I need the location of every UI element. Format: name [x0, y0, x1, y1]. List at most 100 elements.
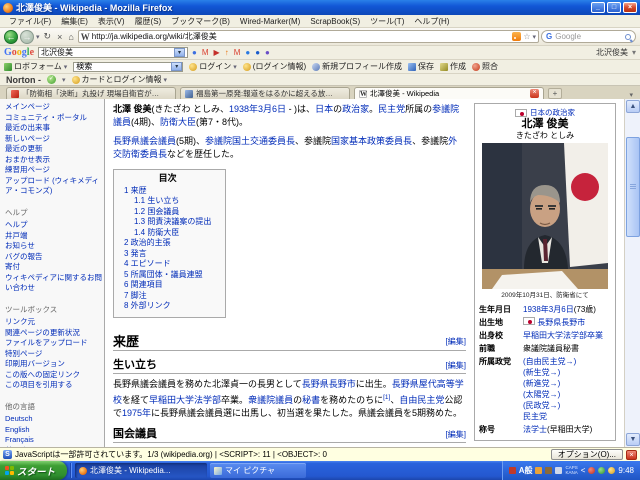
tab-2[interactable]: 福島第一原発:報道をはるかに超える放…: [180, 87, 350, 99]
wiki-link[interactable]: 政治家: [342, 104, 369, 114]
interlanguage-link[interactable]: 한국어: [5, 446, 102, 448]
sidebar-link[interactable]: お知らせ: [5, 241, 102, 252]
google-toolbar-icons[interactable]: ● M ▶ ↑ M ● ● ●: [192, 48, 592, 57]
google-query-dropdown-icon[interactable]: ▾: [174, 48, 186, 57]
roboform-menu-button[interactable]: ロボフォーム ▾: [4, 61, 67, 72]
sidebar-link[interactable]: バグの報告: [5, 252, 102, 263]
options-button[interactable]: オプション(O)...: [550, 449, 623, 460]
sidebar-link[interactable]: 練習用ページ: [5, 165, 102, 176]
wiki-link[interactable]: 1975年: [122, 408, 151, 418]
sidebar-link[interactable]: この項目を引用する: [5, 380, 102, 391]
tab-3-active[interactable]: W 北澤俊美 - Wikipedia ×: [354, 87, 544, 99]
maximize-button[interactable]: □: [607, 2, 621, 13]
toc-link[interactable]: 2 政治的主張: [124, 238, 211, 249]
wiki-link[interactable]: 1938年: [229, 104, 258, 114]
toolbar-settings-icon[interactable]: ▾: [632, 48, 636, 57]
wiki-link[interactable]: 日本: [315, 104, 333, 114]
ime-pad-icon[interactable]: [545, 467, 553, 474]
language-bar-icon[interactable]: [508, 467, 516, 474]
tray-icon-2[interactable]: [598, 467, 606, 474]
toc-link[interactable]: 7 脚注: [124, 291, 211, 302]
ime-dictionary-icon[interactable]: [555, 467, 563, 474]
edit-link[interactable]: [編集]: [446, 359, 466, 372]
party-link[interactable]: (自由民主党→): [523, 356, 611, 367]
roboform-new-profile-button[interactable]: 新規プロフィール作成: [312, 61, 402, 72]
wiki-link[interactable]: 秘書: [302, 395, 320, 405]
party-link[interactable]: (太陽党→): [523, 389, 611, 400]
party-link[interactable]: 民主党: [523, 411, 611, 422]
home-button[interactable]: ⌂: [66, 32, 75, 42]
toc-link[interactable]: 1.1 生い立ち: [124, 196, 211, 207]
search-placeholder[interactable]: Google: [555, 32, 622, 41]
google-search-input[interactable]: 北沢俊美 ▾: [38, 47, 189, 58]
forward-button[interactable]: →: [20, 29, 34, 44]
wiki-link[interactable]: 長野県長野市: [537, 318, 585, 327]
wiki-link[interactable]: 法学士: [523, 425, 547, 434]
sidebar-link[interactable]: アップロード (ウィキメディア・コモンズ): [5, 176, 102, 197]
wiki-link[interactable]: 参議院国土交通委員長: [205, 136, 295, 146]
sidebar-link[interactable]: 寄付: [5, 262, 102, 273]
party-link[interactable]: (民政党→): [523, 400, 611, 411]
ime-mode-button[interactable]: A般: [519, 465, 533, 476]
new-tab-button[interactable]: +: [548, 88, 562, 99]
rss-icon[interactable]: [512, 32, 522, 41]
sidebar-link[interactable]: 関連ページの更新状況: [5, 328, 102, 339]
wiki-link[interactable]: 1938年3月6日: [523, 305, 574, 314]
menu-item[interactable]: 履歴(S): [130, 16, 167, 27]
toc-link[interactable]: 1 来歴: [124, 186, 211, 197]
reload-button[interactable]: ↻: [42, 31, 54, 42]
sidebar-link[interactable]: コミュニティ・ポータル: [5, 113, 102, 124]
menu-item[interactable]: 編集(E): [56, 16, 93, 27]
sidebar-link[interactable]: ウィキペディアに関するお問い合わせ: [5, 273, 102, 294]
toc-link[interactable]: 1.2 国会議員: [124, 207, 211, 218]
wiki-link[interactable]: 国家基本政策委員長: [331, 136, 412, 146]
wiki-link[interactable]: 早稲田大学法学部: [149, 395, 221, 405]
tab-1[interactable]: 「防衛相「決断」丸投げ 現場自衛官が…: [6, 87, 176, 99]
wiki-link[interactable]: 防衛大臣: [160, 117, 196, 127]
google-query[interactable]: 北沢俊美: [41, 47, 73, 58]
scrollbar-thumb[interactable]: [626, 137, 640, 237]
ime-tool-icon[interactable]: [535, 467, 543, 474]
stop-button[interactable]: ×: [55, 32, 64, 42]
url-bar[interactable]: W http://ja.wikipedia.org/wiki/北澤俊美 ☆ ▾: [77, 30, 539, 43]
party-link[interactable]: (新進党→): [523, 378, 611, 389]
search-icon[interactable]: [625, 33, 631, 40]
toc-link[interactable]: 1.3 問責決議案の提出: [124, 217, 211, 228]
norton-dropdown-icon[interactable]: ▾: [62, 76, 66, 84]
language-bar-chevron-icon[interactable]: <: [581, 466, 586, 475]
sidebar-link[interactable]: 印刷用バージョン: [5, 359, 102, 370]
sidebar-link[interactable]: 最近の更新: [5, 144, 102, 155]
sidebar-link[interactable]: メインページ: [5, 102, 102, 113]
menu-item[interactable]: ScrapBook(S): [305, 17, 365, 26]
sidebar-link[interactable]: ヘルプ: [5, 220, 102, 231]
menu-item[interactable]: ブックマーク(B): [166, 16, 235, 27]
search-engine-box[interactable]: G Google: [541, 30, 636, 43]
roboform-save-button[interactable]: 保存: [407, 61, 434, 72]
sidebar-link[interactable]: リンク元: [5, 317, 102, 328]
interlanguage-link[interactable]: Deutsch: [5, 414, 102, 425]
party-link[interactable]: (新生党→): [523, 367, 611, 378]
wiki-link[interactable]: 衆議院議員: [248, 395, 293, 405]
toc-link[interactable]: 8 外部リンク: [124, 301, 211, 312]
vertical-scrollbar[interactable]: ▲ ▼: [624, 99, 640, 447]
sidebar-link[interactable]: 特別ページ: [5, 349, 102, 360]
scroll-up-icon[interactable]: ▲: [626, 100, 640, 113]
sidebar-link[interactable]: 新しいページ: [5, 134, 102, 145]
edit-link[interactable]: [編集]: [446, 428, 466, 441]
roboform-match-button[interactable]: 照合: [471, 61, 498, 72]
menu-item[interactable]: ヘルプ(H): [409, 16, 454, 27]
highlight-words-button[interactable]: 北沢俊美: [596, 47, 628, 58]
back-button[interactable]: ←: [4, 29, 18, 44]
sidebar-link[interactable]: この版への固定リンク: [5, 370, 102, 381]
bookmark-star-icon[interactable]: ☆: [523, 32, 530, 41]
tray-icon-3[interactable]: [608, 467, 616, 474]
start-button[interactable]: スタート: [0, 461, 68, 480]
roboform-generate-button[interactable]: 作成: [439, 61, 466, 72]
sidebar-link[interactable]: ファイルをアップロード: [5, 338, 102, 349]
interlanguage-link[interactable]: Français: [5, 435, 102, 446]
wiki-link[interactable]: 長野県議会議員: [113, 136, 176, 146]
toc-link[interactable]: 1.4 防衛大臣: [124, 228, 211, 239]
roboform-login-info-button[interactable]: (ログイン情報): [242, 61, 306, 72]
history-dropdown-icon[interactable]: ▾: [36, 33, 40, 41]
url-dropdown-icon[interactable]: ▾: [532, 33, 536, 41]
